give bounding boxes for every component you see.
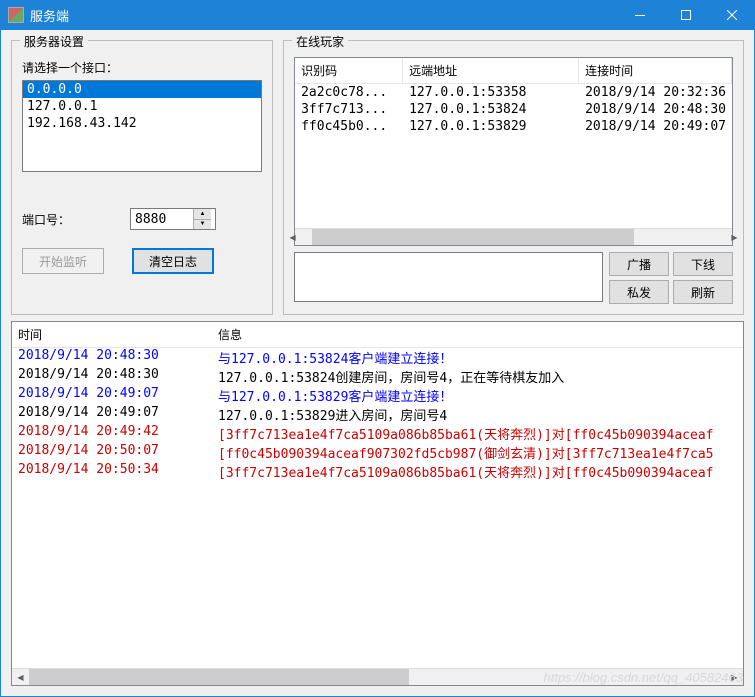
player-row[interactable]: 2a2c0c78...127.0.0.1:533582018/9/14 20:3… (295, 84, 732, 101)
scroll-left-icon[interactable]: ◀ (294, 229, 301, 246)
player-row[interactable]: ff0c45b0...127.0.0.1:538292018/9/14 20:4… (295, 118, 732, 135)
server-settings-title: 服务器设置 (20, 33, 88, 50)
log-panel: 时间 信息 2018/9/14 20:48:30与127.0.0.1:53824… (11, 321, 744, 686)
clear-log-button[interactable]: 清空日志 (132, 248, 214, 274)
port-label: 端口号： (22, 211, 122, 228)
log-row[interactable]: 2018/9/14 20:49:07127.0.0.1:53829进入房间，房间… (12, 405, 743, 424)
column-id[interactable]: 识别码 (295, 58, 403, 83)
log-row[interactable]: 2018/9/14 20:49:07与127.0.0.1:53829客户端建立连… (12, 386, 743, 405)
kick-button[interactable]: 下线 (673, 252, 733, 276)
interface-item[interactable]: 127.0.0.1 (23, 98, 261, 115)
log-column-msg[interactable]: 信息 (212, 322, 743, 347)
close-button[interactable] (709, 0, 755, 30)
server-settings-group: 服务器设置 请选择一个接口： 0.0.0.0127.0.0.1192.168.4… (11, 40, 273, 315)
private-button[interactable]: 私发 (609, 280, 669, 304)
players-hscrollbar[interactable]: ◀ ▶ (295, 228, 732, 245)
port-input[interactable] (131, 209, 193, 229)
scroll-thumb[interactable] (312, 229, 634, 245)
port-down-button[interactable]: ▼ (194, 220, 211, 230)
column-time[interactable]: 连接时间 (579, 58, 732, 83)
log-row[interactable]: 2018/9/14 20:50:07[ff0c45b090394aceaf907… (12, 443, 743, 462)
log-hscrollbar[interactable]: ◀ ▶ (12, 668, 743, 685)
log-row[interactable]: 2018/9/14 20:48:30与127.0.0.1:53824客户端建立连… (12, 348, 743, 367)
minimize-button[interactable] (617, 0, 663, 30)
interface-item[interactable]: 0.0.0.0 (23, 81, 261, 98)
log-row[interactable]: 2018/9/14 20:50:34[3ff7c713ea1e4f7ca5109… (12, 462, 743, 481)
refresh-button[interactable]: 刷新 (673, 280, 733, 304)
online-players-group: 在线玩家 识别码 远端地址 连接时间 2a2c0c78...127.0.0.1:… (283, 40, 744, 315)
start-listen-button: 开始监听 (22, 248, 104, 274)
log-column-time[interactable]: 时间 (12, 322, 212, 347)
interface-item[interactable]: 192.168.43.142 (23, 115, 261, 132)
port-spinner[interactable]: ▲ ▼ (130, 208, 216, 230)
log-body[interactable]: 2018/9/14 20:48:30与127.0.0.1:53824客户端建立连… (12, 348, 743, 668)
players-table[interactable]: 识别码 远端地址 连接时间 2a2c0c78...127.0.0.1:53358… (294, 57, 733, 246)
column-addr[interactable]: 远端地址 (403, 58, 579, 83)
interface-list[interactable]: 0.0.0.0127.0.0.1192.168.43.142 (22, 80, 262, 172)
player-row[interactable]: 3ff7c713...127.0.0.1:538242018/9/14 20:4… (295, 101, 732, 118)
broadcast-button[interactable]: 广播 (609, 252, 669, 276)
online-players-title: 在线玩家 (292, 33, 348, 50)
message-input[interactable] (294, 252, 603, 302)
window-title: 服务端 (30, 6, 617, 25)
scroll-thumb[interactable] (29, 669, 409, 685)
scroll-left-icon[interactable]: ◀ (12, 669, 29, 686)
maximize-button[interactable] (663, 0, 709, 30)
scroll-right-icon[interactable]: ▶ (726, 229, 733, 246)
log-row[interactable]: 2018/9/14 20:49:42[3ff7c713ea1e4f7ca5109… (12, 424, 743, 443)
titlebar[interactable]: 服务端 (0, 0, 755, 30)
interface-label: 请选择一个接口： (22, 59, 262, 76)
log-row[interactable]: 2018/9/14 20:48:30127.0.0.1:53824创建房间，房间… (12, 367, 743, 386)
scroll-right-icon[interactable]: ▶ (726, 669, 743, 686)
port-up-button[interactable]: ▲ (194, 209, 211, 220)
app-icon (8, 7, 24, 23)
